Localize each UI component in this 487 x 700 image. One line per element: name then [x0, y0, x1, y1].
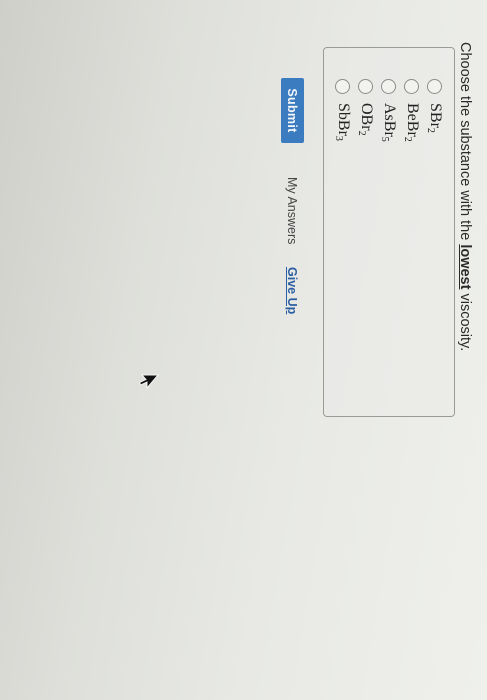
option-obr2[interactable]: OBr2	[355, 79, 377, 136]
option-label: SbBr3	[333, 103, 353, 141]
option-label: BeBr2	[402, 103, 422, 142]
give-up-link[interactable]: Give Up	[285, 267, 299, 314]
radio-button[interactable]	[404, 79, 420, 94]
option-sbr2[interactable]: SBr2	[424, 79, 446, 133]
option-label: AsBr5	[379, 103, 399, 142]
mouse-pointer-icon	[138, 374, 160, 390]
option-bebr2[interactable]: BeBr2	[401, 79, 423, 142]
question-page: Choose the substance with the lowest vis…	[0, 0, 487, 700]
question-emphasis: lowest	[457, 244, 473, 290]
radio-button[interactable]	[381, 79, 397, 94]
question-prefix: Choose the substance with the	[457, 42, 473, 245]
radio-button[interactable]	[427, 79, 443, 94]
option-sbbr3[interactable]: SbBr3	[332, 79, 354, 141]
option-label: OBr2	[356, 103, 376, 136]
question-suffix: viscosity.	[457, 289, 473, 352]
submit-button[interactable]: Submit	[281, 78, 304, 143]
option-label: SBr2	[425, 103, 445, 133]
answer-options-box: SBr2 BeBr2 AsBr5 OBr2 SbBr3	[323, 47, 455, 417]
question-text: Choose the substance with the lowest vis…	[457, 42, 473, 351]
my-answers-label: My Answers	[285, 177, 299, 245]
option-asbr5[interactable]: AsBr5	[378, 79, 400, 142]
radio-button[interactable]	[335, 79, 351, 94]
radio-button[interactable]	[358, 79, 374, 94]
